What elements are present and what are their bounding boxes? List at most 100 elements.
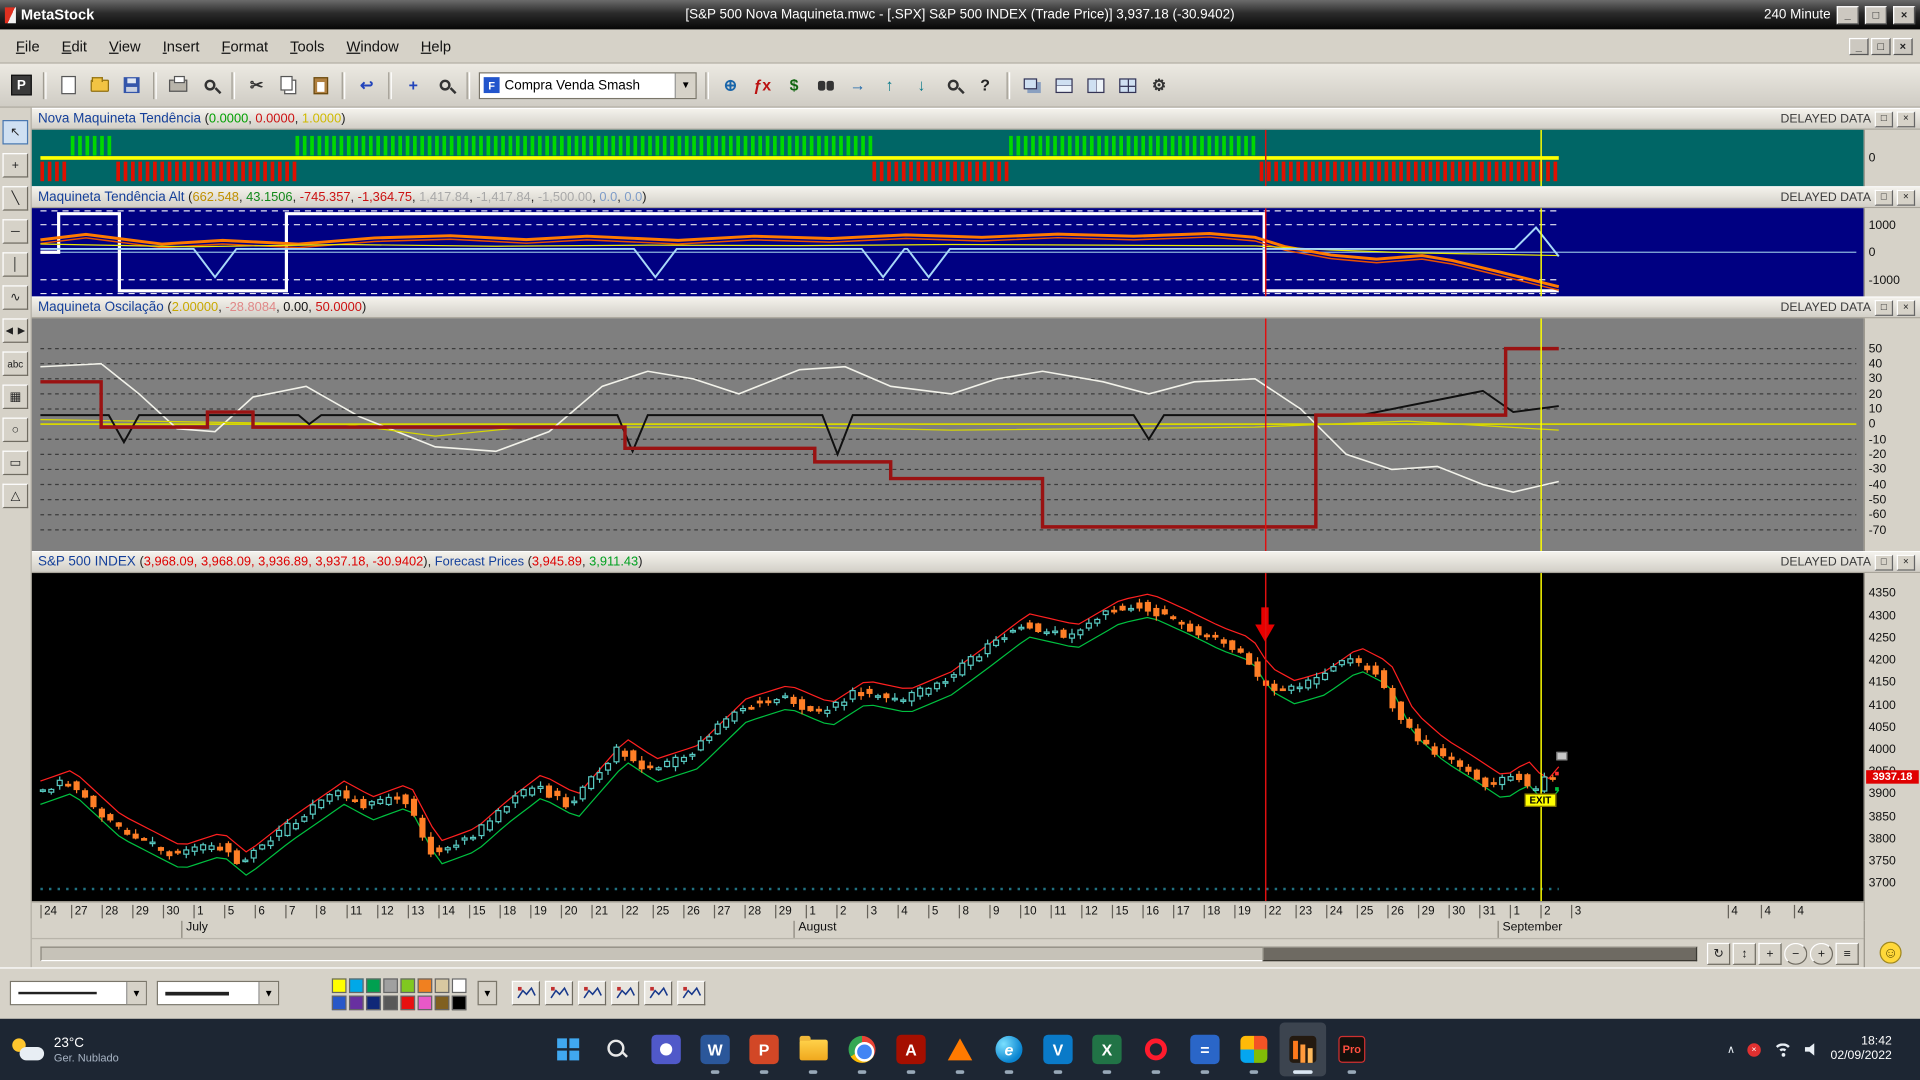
chart-zoom-button[interactable] — [938, 70, 969, 101]
palette-dropdown[interactable]: ▼ — [477, 980, 498, 1006]
mdi-restore-button[interactable]: □ — [1871, 37, 1891, 55]
explorer-button[interactable] — [811, 70, 842, 101]
line-style-combo[interactable]: ▼ — [9, 980, 147, 1006]
color-swatch[interactable] — [331, 995, 347, 1011]
menu-window[interactable]: Window — [335, 31, 409, 60]
combo-dropdown-arrow[interactable]: ▼ — [674, 72, 696, 98]
pointer-tool[interactable]: ↖ — [2, 120, 29, 145]
menu-help[interactable]: Help — [410, 31, 462, 60]
panel-plot-p4[interactable]: EXIT — [31, 573, 1864, 902]
color-swatch[interactable] — [417, 978, 433, 994]
print-preview-button[interactable] — [195, 70, 226, 101]
axis-p2[interactable]: 1000 0 -1000 — [1863, 208, 1920, 297]
triangle-tool[interactable]: △ — [2, 483, 29, 509]
tile-grid-button[interactable] — [1112, 70, 1143, 101]
zoom-button[interactable] — [430, 70, 461, 101]
maximize-button[interactable]: □ — [1864, 5, 1887, 24]
color-swatch[interactable] — [434, 995, 450, 1011]
combo-arrow-icon[interactable]: ▼ — [126, 982, 146, 1005]
upload-button[interactable]: ↑ — [874, 70, 905, 101]
color-swatch[interactable] — [451, 978, 467, 994]
acrobat-icon[interactable]: A — [888, 1022, 935, 1076]
rectangle-tool[interactable]: ▭ — [2, 450, 29, 476]
calculator-icon[interactable]: = — [1182, 1022, 1229, 1076]
tile-horizontal-button[interactable] — [1048, 70, 1079, 101]
volume-icon[interactable] — [1804, 1043, 1815, 1056]
zoom-in-button[interactable]: + — [1809, 942, 1834, 965]
indicator-builder-button[interactable]: ƒx — [747, 70, 778, 101]
antivirus-tray-icon[interactable]: × — [1747, 1042, 1761, 1057]
undo-button[interactable]: ↩ — [351, 70, 382, 101]
word-icon[interactable]: W — [692, 1022, 739, 1076]
hscroll-handle[interactable] — [1262, 946, 1698, 962]
chart-style-3-button[interactable] — [577, 980, 607, 1006]
color-swatch[interactable] — [383, 995, 398, 1011]
tray-chevron-icon[interactable]: ∧ — [1727, 1043, 1735, 1056]
power-console-button[interactable]: P — [6, 70, 37, 101]
menu-file[interactable]: File — [5, 31, 51, 60]
cycle-line-tool[interactable]: ∿ — [2, 285, 29, 310]
crosshair-tool[interactable]: + — [2, 153, 29, 178]
menu-view[interactable]: View — [98, 31, 152, 60]
opera-icon[interactable] — [1133, 1022, 1180, 1076]
print-button[interactable] — [163, 70, 194, 101]
vlc-icon[interactable] — [937, 1022, 984, 1076]
edge-icon[interactable]: e — [986, 1022, 1033, 1076]
combo-arrow-icon[interactable]: ▼ — [258, 982, 278, 1005]
color-swatch[interactable] — [366, 978, 381, 994]
color-swatch[interactable] — [348, 995, 364, 1011]
grid-tool[interactable]: ▦ — [2, 384, 29, 409]
formula-combo[interactable]: F Compra Venda Smash ▼ — [478, 71, 697, 99]
chart-style-4-button[interactable] — [611, 980, 640, 1006]
chrome-icon[interactable] — [839, 1022, 886, 1076]
context-help-button[interactable]: ? — [970, 70, 1001, 101]
panel-restore-button[interactable]: □ — [1874, 299, 1894, 316]
powerpoint-icon[interactable]: P — [741, 1022, 788, 1076]
file-explorer-icon[interactable] — [790, 1022, 837, 1076]
date-axis[interactable]: 24 27 28 29 30 1 5 6 7 8 11 12 13 14 15 18 19 20 21 22 25 26 2… — [31, 901, 1864, 921]
smiley-button[interactable]: ☺ — [1879, 941, 1902, 964]
color-swatch[interactable] — [451, 995, 467, 1011]
axis-p1[interactable]: 0 — [1863, 129, 1920, 187]
menu-tools[interactable]: Tools — [279, 31, 335, 60]
start-button[interactable] — [545, 1022, 592, 1076]
downloader-button[interactable]: ↓ — [906, 70, 937, 101]
save-button[interactable] — [116, 70, 147, 101]
paste-button[interactable] — [305, 70, 336, 101]
minimize-button[interactable]: _ — [1836, 5, 1859, 24]
zoom-out-button[interactable]: − — [1784, 942, 1808, 965]
color-swatch[interactable] — [400, 995, 416, 1011]
search-button[interactable] — [594, 1022, 641, 1076]
axis-p3[interactable]: 50 40 30 20 10 0 -10 -20 -30 -40 -50 -60 -70 — [1863, 318, 1920, 552]
trendline-tool[interactable]: ╲ — [2, 186, 29, 211]
new-chart-button[interactable] — [53, 70, 84, 101]
panel-restore-button[interactable]: □ — [1874, 189, 1894, 206]
metastock-icon[interactable] — [1279, 1022, 1327, 1077]
chart-style-5-button[interactable] — [644, 980, 673, 1006]
color-swatch[interactable] — [331, 978, 347, 994]
horizontal-line-tool[interactable]: ─ — [2, 219, 29, 244]
panel-close-button[interactable]: × — [1896, 299, 1916, 316]
panel-plot-p2[interactable] — [31, 208, 1864, 297]
menu-edit[interactable]: Edit — [51, 31, 98, 60]
open-button[interactable] — [84, 70, 115, 101]
color-swatch[interactable] — [417, 995, 433, 1011]
rescale-button[interactable]: ↻ — [1706, 942, 1731, 965]
move-chart-button[interactable]: + — [398, 70, 429, 101]
vscode-icon[interactable]: V — [1035, 1022, 1082, 1076]
panel-close-button[interactable]: × — [1896, 189, 1916, 206]
color-swatch[interactable] — [383, 978, 398, 994]
panel-restore-button[interactable]: □ — [1874, 554, 1894, 570]
chart-style-2-button[interactable] — [544, 980, 574, 1006]
photos-icon[interactable] — [1231, 1022, 1278, 1076]
ellipse-tool[interactable]: ○ — [2, 417, 29, 443]
tile-vertical-button[interactable] — [1080, 70, 1111, 101]
close-button[interactable]: × — [1893, 5, 1916, 24]
color-swatch[interactable] — [366, 995, 381, 1011]
taskbar-clock[interactable]: 18:42 02/09/2022 — [1831, 1035, 1892, 1064]
fit-vertical-button[interactable]: ↕ — [1732, 942, 1756, 965]
cut-button[interactable]: ✂ — [241, 70, 272, 101]
cascade-windows-button[interactable] — [1016, 70, 1047, 101]
mdi-minimize-button[interactable]: _ — [1848, 37, 1869, 55]
weather-widget[interactable]: 23°C Ger. Nublado — [0, 1035, 119, 1063]
